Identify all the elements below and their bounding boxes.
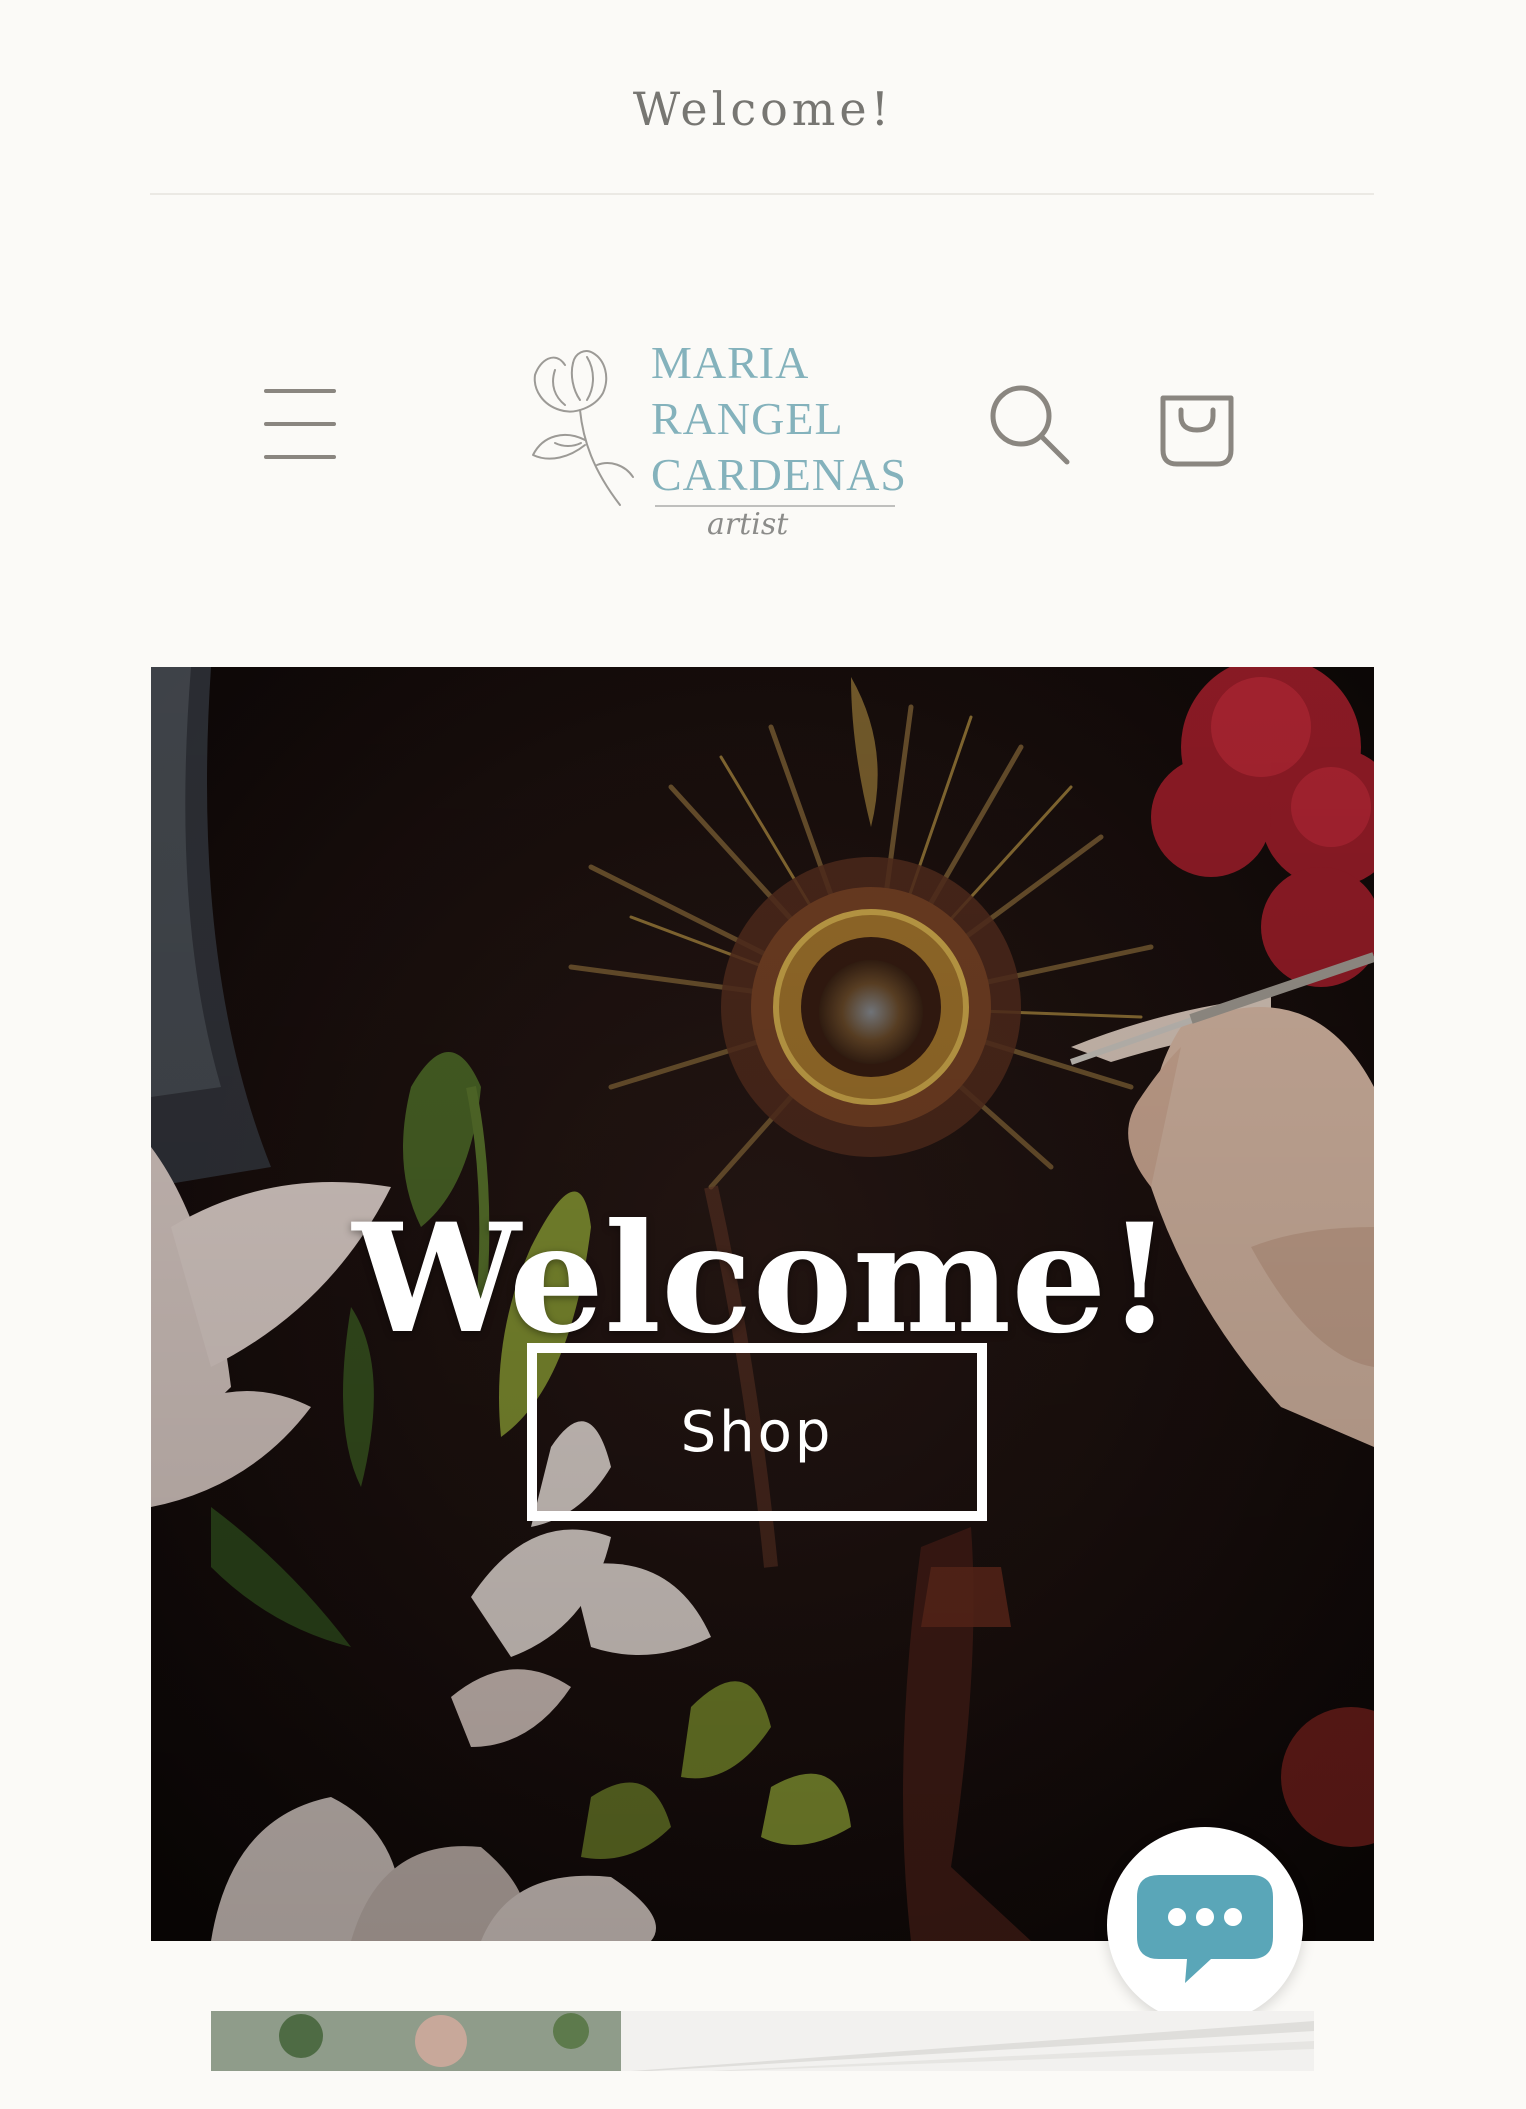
chat-bubble-icon <box>1137 1875 1273 1983</box>
logo-text-line3: CARDENAS <box>651 449 907 500</box>
announcement-text: Welcome! <box>632 82 894 136</box>
chat-launcher-button[interactable] <box>1107 1827 1303 2023</box>
logo-subtitle: artist <box>707 507 789 542</box>
search-button[interactable] <box>985 380 1075 470</box>
hero-banner: Welcome! Shop <box>151 667 1374 1941</box>
search-icon <box>990 385 1070 465</box>
hamburger-menu-icon <box>264 389 336 459</box>
next-section-image <box>211 2011 1314 2071</box>
shop-button[interactable]: Shop <box>527 1343 987 1521</box>
logo-text-line1: MARIA <box>651 337 810 388</box>
tulip-logo-icon <box>532 350 634 506</box>
logo-text-line2: RANGEL <box>651 393 844 444</box>
announcement-bar: Welcome! <box>0 0 1526 194</box>
shopping-bag-icon <box>1160 395 1234 467</box>
cart-button[interactable] <box>1155 380 1239 470</box>
next-section-image-preview <box>211 2011 1314 2071</box>
menu-button[interactable] <box>258 385 342 463</box>
hero-title: Welcome! <box>352 1190 1173 1367</box>
site-logo[interactable]: MARIA RANGEL CARDENAS artist <box>525 335 925 560</box>
header-divider <box>150 193 1374 195</box>
